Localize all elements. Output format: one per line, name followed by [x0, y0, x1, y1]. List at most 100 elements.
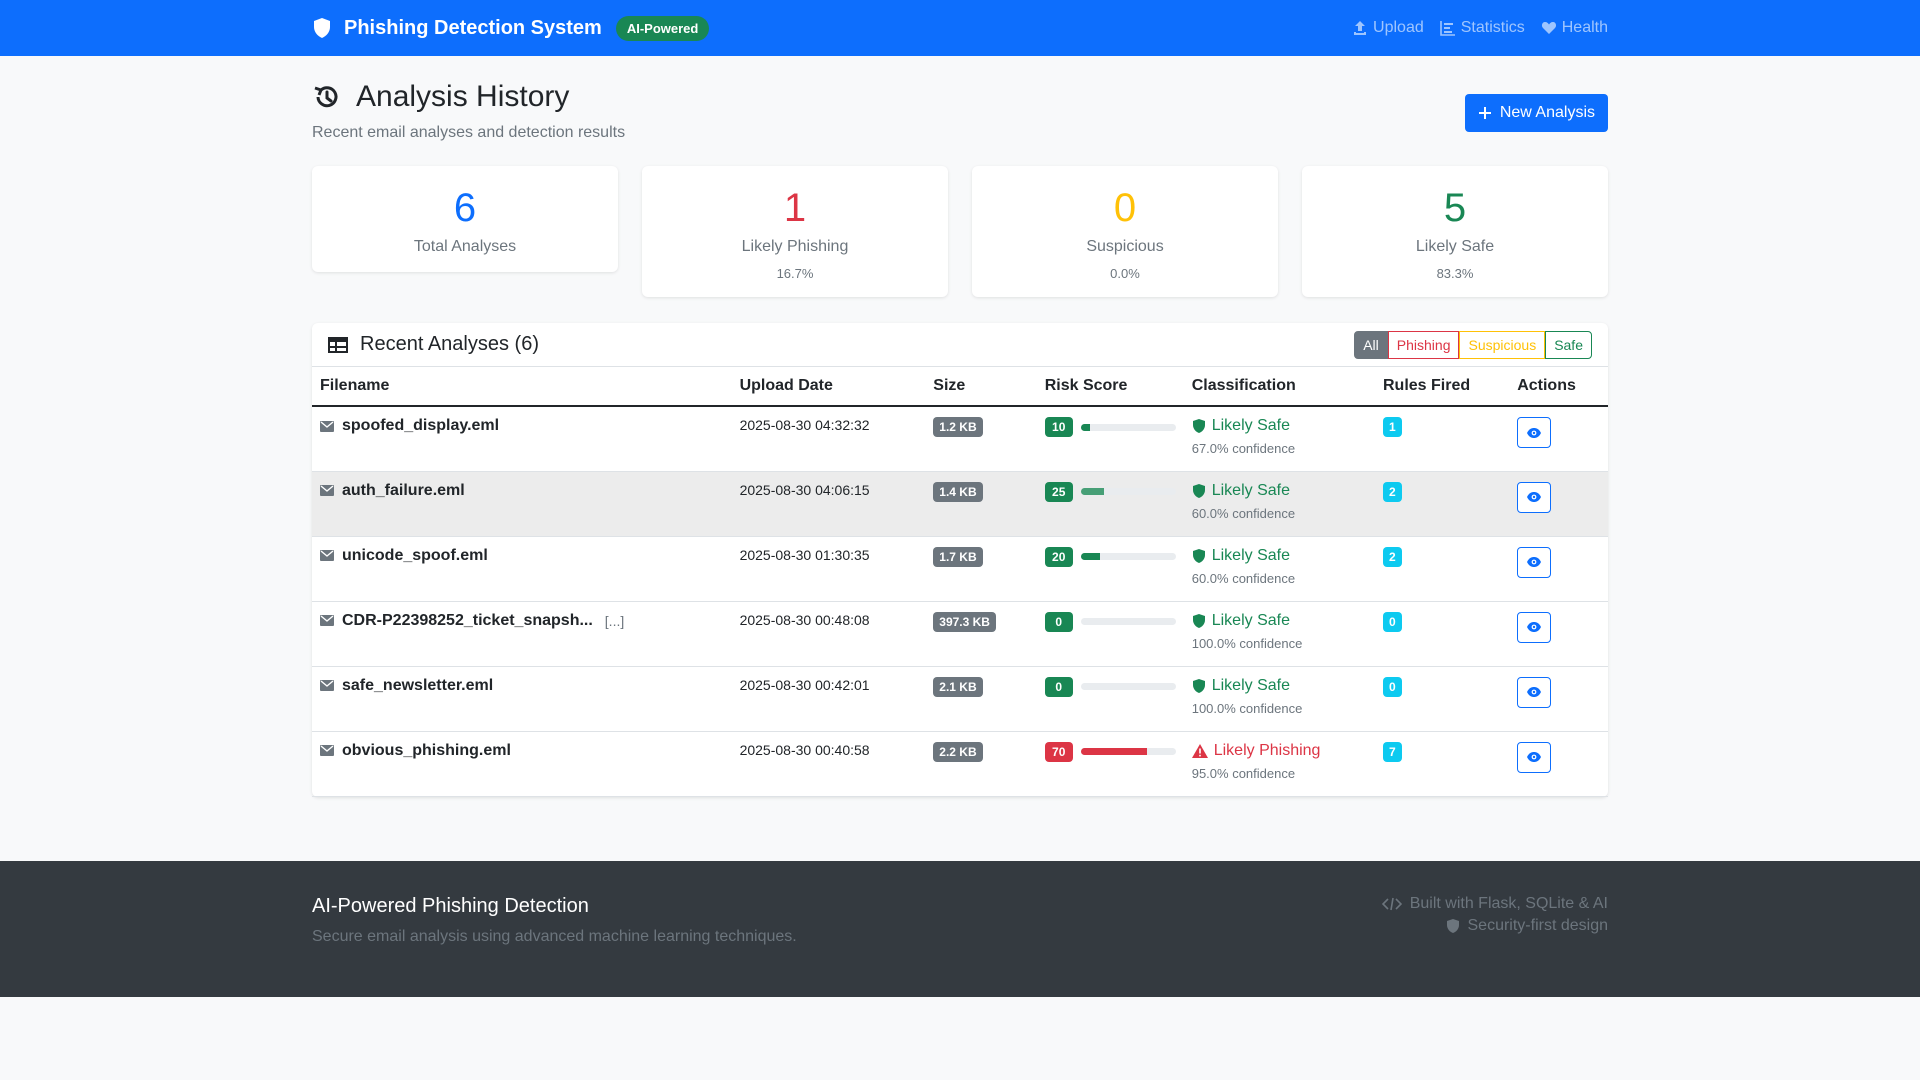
cell-size: 2.2 KB	[925, 731, 1037, 797]
cell-size: 1.7 KB	[925, 536, 1037, 602]
filter-group: All Phishing Suspicious Safe	[1354, 330, 1592, 359]
table-row[interactable]: obvious_phishing.eml 2025-08-30 00:40:58 2…	[312, 731, 1608, 797]
table-row[interactable]: CDR-P22398252_ticket_snapsh... [...] 2025-…	[312, 601, 1608, 667]
risk-bar-fill	[1080, 488, 1105, 495]
cell-rules: 0	[1374, 666, 1510, 732]
nav-upload-label: Upload	[1373, 19, 1424, 36]
col-rules-fired[interactable]: Rules Fired	[1374, 367, 1510, 407]
nav-links: Upload Statistics Health	[1352, 19, 1608, 37]
classification-label: Likely Safe	[1211, 417, 1290, 434]
view-button[interactable]	[1517, 546, 1552, 578]
table-row[interactable]: unicode_spoof.eml 2025-08-30 01:30:35 1.7 …	[312, 536, 1608, 602]
warning-icon	[1191, 743, 1208, 758]
rules-badge: 1	[1382, 417, 1402, 437]
risk-badge: 70	[1044, 741, 1073, 762]
col-risk-score[interactable]: Risk Score	[1036, 367, 1184, 407]
envelope-icon	[320, 485, 334, 496]
cell-upload-date: 2025-08-30 00:48:08	[731, 601, 926, 667]
filename[interactable]: CDR-P22398252_ticket_snapsh...	[342, 612, 593, 630]
filename[interactable]: auth_failure.eml	[342, 482, 465, 500]
cell-risk: 0	[1036, 601, 1184, 667]
size-badge: 1.2 KB	[933, 417, 983, 437]
filter-all[interactable]: All	[1354, 330, 1388, 359]
shield-check-icon	[1192, 678, 1205, 693]
filename[interactable]: unicode_spoof.eml	[342, 547, 488, 565]
envelope-icon	[320, 420, 334, 432]
risk-bar	[1080, 748, 1176, 755]
cell-size: 397.3 KB	[925, 601, 1037, 667]
table-header: Recent Analyses (6) All Phishing Suspici…	[312, 323, 1608, 367]
filename[interactable]: spoofed_display.eml	[342, 417, 499, 435]
footer-built-text: Built with Flask, SQLite & AI	[1409, 894, 1608, 912]
view-button[interactable]	[1517, 741, 1552, 773]
table-row[interactable]: spoofed_display.eml 2025-08-30 04:32:32 1.…	[312, 406, 1608, 472]
view-button[interactable]	[1517, 676, 1552, 708]
confidence: 67.0% confidence	[1191, 441, 1296, 456]
cell-upload-date: 2025-08-30 04:06:15	[731, 471, 926, 537]
filename[interactable]: obvious_phishing.eml	[342, 742, 511, 760]
stat-label: Likely Phishing	[741, 238, 849, 255]
stat-value: 1	[783, 186, 807, 230]
cell-rules: 0	[1374, 601, 1510, 667]
col-filename[interactable]: Filename	[312, 367, 732, 407]
cell-rules: 2	[1374, 536, 1510, 602]
envelope-icon	[320, 745, 334, 756]
table-header-row: Filename Upload Date Size Risk Score Cla…	[312, 367, 1608, 407]
stat-percent: 83.3%	[1436, 266, 1474, 281]
code-icon	[1381, 897, 1402, 910]
nav-health[interactable]: Health	[1541, 19, 1608, 37]
table-icon	[328, 336, 348, 353]
table-title: Recent Analyses (6)	[328, 333, 539, 356]
stat-card: 5 Likely Safe 83.3%	[1302, 166, 1608, 297]
brand-title: Phishing Detection System	[344, 16, 602, 39]
view-button[interactable]	[1517, 417, 1552, 448]
recent-analyses-card: Recent Analyses (6) All Phishing Suspici…	[312, 323, 1608, 797]
col-classification[interactable]: Classification	[1183, 367, 1375, 407]
classification: Likely Safe	[1192, 547, 1367, 565]
stat-card: 1 Likely Phishing 16.7%	[642, 166, 948, 297]
nav-statistics[interactable]: Statistics	[1439, 19, 1525, 37]
cell-classification: Likely Safe 100.0% confidence	[1183, 601, 1375, 667]
cell-classification: Likely Safe 100.0% confidence	[1183, 666, 1375, 732]
view-button[interactable]	[1517, 611, 1552, 643]
cell-upload-date: 2025-08-30 00:42:01	[731, 666, 926, 732]
col-size[interactable]: Size	[925, 367, 1037, 407]
classification: Likely Phishing	[1191, 742, 1367, 760]
stat-percent: 0.0%	[1110, 266, 1140, 281]
risk-badge: 0	[1044, 611, 1073, 632]
stat-label: Suspicious	[1086, 238, 1164, 255]
stat-label: Likely Safe	[1415, 238, 1495, 255]
truncated-marker: [...]	[604, 612, 625, 629]
filter-safe[interactable]: Safe	[1545, 330, 1592, 359]
col-upload-date[interactable]: Upload Date	[731, 367, 926, 407]
nav-upload[interactable]: Upload	[1352, 19, 1424, 37]
page-header: Analysis History Recent email analyses a…	[312, 80, 1608, 142]
stat-value: 0	[1113, 186, 1137, 230]
cell-classification: Likely Phishing 95.0% confidence	[1183, 731, 1375, 797]
cell-upload-date: 2025-08-30 00:40:58	[731, 731, 926, 797]
cell-risk: 20	[1036, 536, 1184, 602]
classification: Likely Safe	[1192, 417, 1367, 435]
risk-bar	[1080, 423, 1176, 431]
new-analysis-button[interactable]: New Analysis	[1464, 94, 1608, 132]
filter-phishing[interactable]: Phishing	[1387, 330, 1460, 359]
filter-suspicious[interactable]: Suspicious	[1459, 330, 1546, 359]
table-row[interactable]: auth_failure.eml 2025-08-30 04:06:15 1.4 K…	[312, 471, 1608, 537]
risk-badge: 25	[1044, 481, 1073, 502]
confidence: 60.0% confidence	[1191, 505, 1296, 521]
nav-health-label: Health	[1561, 19, 1608, 36]
cell-actions	[1509, 601, 1608, 667]
upload-icon	[1354, 21, 1367, 35]
brand[interactable]: Phishing Detection System AI-Powered	[312, 15, 710, 41]
cell-classification: Likely Safe 60.0% confidence	[1183, 471, 1375, 537]
view-button[interactable]	[1517, 481, 1552, 513]
size-badge: 2.2 KB	[933, 741, 983, 762]
eye-icon	[1527, 557, 1542, 567]
history-icon	[314, 86, 338, 108]
filename[interactable]: safe_newsletter.eml	[342, 677, 493, 695]
stats-row: 6 Total Analyses 1 Likely Phishing 16.7% 0 Sus…	[312, 166, 1608, 297]
envelope-icon	[320, 615, 334, 626]
table-row[interactable]: safe_newsletter.eml 2025-08-30 00:42:01 2.…	[312, 666, 1608, 732]
risk-bar-fill	[1080, 748, 1148, 755]
footer: AI-Powered Phishing Detection Secure ema…	[0, 860, 1920, 997]
